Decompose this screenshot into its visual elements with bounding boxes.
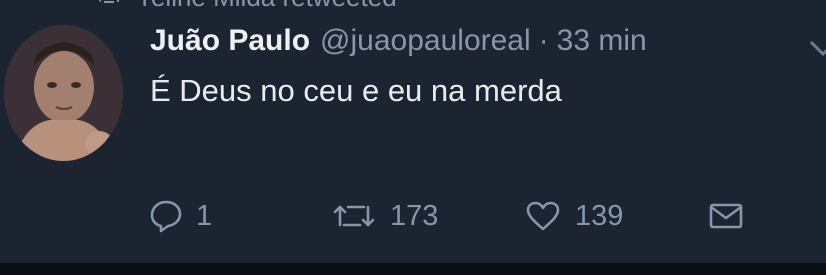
tweet-text: É Deus no ceu e eu na merda	[150, 73, 562, 108]
reply-count: 1	[196, 199, 213, 232]
retweet-context: Yellhe Milda retweeted	[96, 0, 397, 13]
display-name[interactable]: Juão Paulo	[150, 24, 310, 58]
chevron-down-icon[interactable]	[808, 38, 826, 58]
retweet-small-icon	[96, 0, 122, 13]
like-button[interactable]: 139	[525, 193, 623, 239]
timestamp[interactable]: 33 min	[557, 24, 647, 58]
reply-icon	[150, 199, 182, 233]
heart-icon	[525, 200, 561, 232]
reply-button[interactable]: 1	[150, 193, 212, 239]
tweet-header: Juão Paulo @juaopauloreal · 33 min	[150, 24, 647, 58]
retweet-count: 173	[390, 199, 439, 232]
retweet-button[interactable]: 173	[332, 193, 438, 239]
direct-message-button[interactable]	[708, 193, 744, 239]
separator-dot: ·	[538, 24, 549, 57]
bottom-divider	[0, 263, 826, 275]
retweet-icon	[332, 201, 376, 231]
avatar[interactable]	[4, 25, 123, 161]
user-handle[interactable]: @juaopauloreal	[320, 24, 531, 58]
tweet-actions: 1 173 139	[0, 193, 826, 239]
retweet-context-label: Yellhe Milda retweeted	[136, 0, 397, 13]
envelope-icon	[708, 201, 744, 231]
like-count: 139	[575, 199, 624, 232]
